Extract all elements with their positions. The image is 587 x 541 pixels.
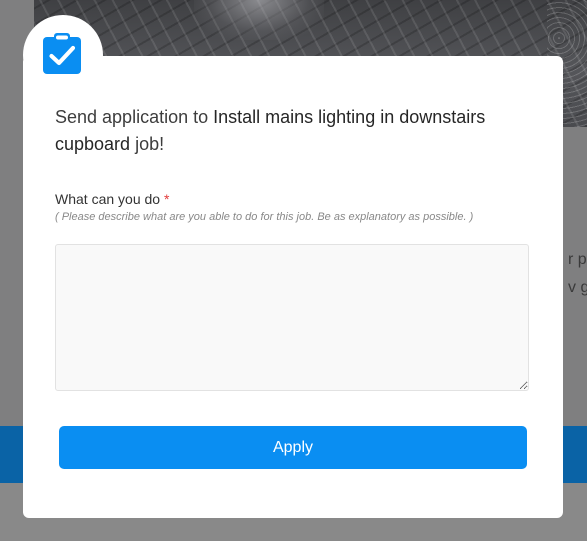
required-marker: * xyxy=(163,191,170,207)
background-text-line-2: v go xyxy=(568,279,587,296)
field-hint: ( Please describe what are you able to d… xyxy=(55,211,474,223)
modal-title: Send application to Install mains lighti… xyxy=(55,104,535,158)
field-label-text: What can you do xyxy=(55,191,161,207)
modal-title-suffix: job! xyxy=(130,134,165,154)
background-text-line-1: r pr xyxy=(568,251,587,268)
apply-button[interactable]: Apply xyxy=(59,426,527,469)
hero-image-figure xyxy=(194,0,324,40)
what-can-you-do-textarea[interactable] xyxy=(55,244,529,391)
field-label: What can you do * xyxy=(55,191,169,207)
modal-title-prefix: Send application to xyxy=(55,107,214,127)
clipboard-check-icon xyxy=(43,33,81,74)
